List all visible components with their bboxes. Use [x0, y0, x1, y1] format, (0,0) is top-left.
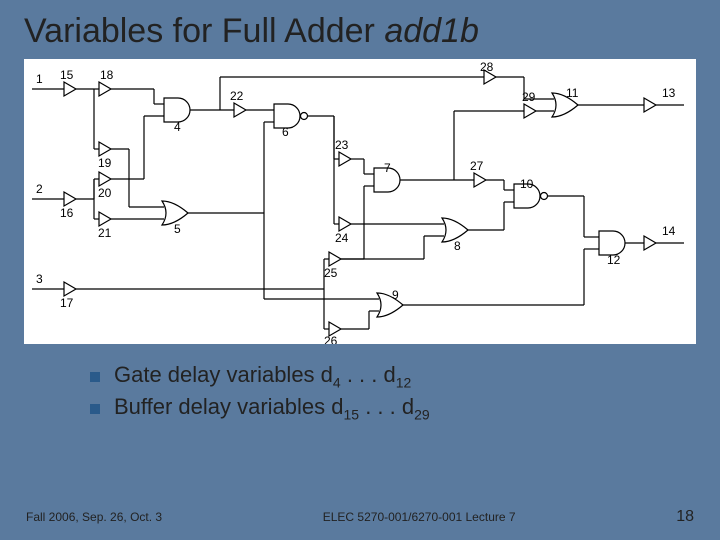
label-gate-11: 11	[566, 86, 579, 100]
label-gate-8: 8	[454, 239, 461, 253]
bullet-list: Gate delay variables d4 . . . d12 Buffer…	[90, 362, 720, 423]
label-gate-9: 9	[392, 288, 399, 302]
label-gate-7: 7	[384, 161, 391, 175]
label-buf-29: 29	[522, 90, 536, 104]
label-gate-4: 4	[174, 120, 181, 134]
footer-center: ELEC 5270-001/6270-001 Lecture 7	[323, 510, 516, 524]
label-buf-21: 21	[98, 226, 112, 240]
label-buf-19: 19	[98, 156, 112, 170]
label-input-1: 1	[36, 72, 43, 86]
page-number: 18	[676, 508, 694, 526]
label-buf-26: 26	[324, 334, 338, 344]
label-buf-20: 20	[98, 186, 112, 200]
title-text: Variables for Full Adder	[24, 12, 384, 50]
label-gate-10: 10	[520, 177, 534, 191]
label-gate-6: 6	[282, 125, 289, 139]
circuit-svg: 1 2 3 15 16 17 18 19 20	[24, 59, 696, 344]
label-buf-16: 16	[60, 206, 74, 220]
bullet-icon	[90, 372, 100, 382]
label-buf-17: 17	[60, 296, 74, 310]
slide: Variables for Full Adder add1b 1 2 3 15 …	[0, 0, 720, 540]
circuit-diagram: 1 2 3 15 16 17 18 19 20	[24, 59, 696, 344]
bullet-icon	[90, 404, 100, 414]
label-buf-27: 27	[470, 159, 484, 173]
bullet-text: Buffer delay variables d15 . . . d29	[114, 394, 430, 422]
bullet-text: Gate delay variables d4 . . . d12	[114, 362, 411, 390]
label-buf-28: 28	[480, 60, 494, 74]
label-buf-25: 25	[324, 266, 338, 280]
label-buf-23: 23	[335, 138, 349, 152]
bullet-item: Buffer delay variables d15 . . . d29	[90, 394, 720, 422]
label-input-2: 2	[36, 182, 43, 196]
label-buf-22: 22	[230, 89, 244, 103]
title-italic: add1b	[384, 12, 479, 50]
label-buf-24: 24	[335, 231, 349, 245]
label-input-3: 3	[36, 272, 43, 286]
label-gate-5: 5	[174, 222, 181, 236]
label-out-13: 13	[662, 86, 676, 100]
label-out-14: 14	[662, 224, 676, 238]
slide-title: Variables for Full Adder add1b	[0, 0, 720, 59]
label-buf-15: 15	[60, 68, 74, 82]
label-buf-18: 18	[100, 68, 114, 82]
label-gate-12: 12	[607, 253, 621, 267]
footer: Fall 2006, Sep. 26, Oct. 3 ELEC 5270-001…	[0, 508, 720, 526]
footer-left: Fall 2006, Sep. 26, Oct. 3	[26, 510, 162, 524]
bullet-item: Gate delay variables d4 . . . d12	[90, 362, 720, 390]
